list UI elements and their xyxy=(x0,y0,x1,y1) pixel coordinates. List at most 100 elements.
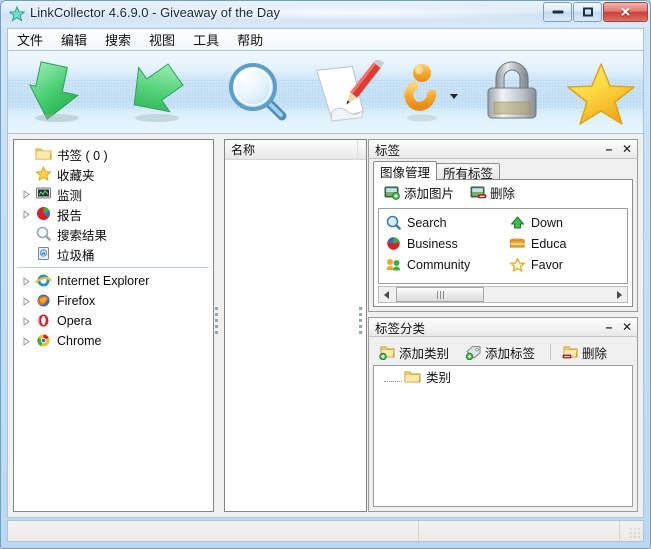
menu-search[interactable]: 搜索 xyxy=(96,28,140,51)
tag-item-search[interactable]: Search xyxy=(379,212,503,233)
expander-icon[interactable] xyxy=(20,315,33,328)
minimize-button[interactable] xyxy=(543,2,572,22)
tag-item-favorites[interactable]: Favor xyxy=(503,254,627,275)
expander-placeholder xyxy=(20,148,33,161)
tags-horizontal-scrollbar[interactable] xyxy=(378,286,628,303)
padlock-icon xyxy=(487,61,537,119)
add-image-button[interactable]: 添加图片 xyxy=(378,181,460,203)
book-icon xyxy=(509,236,527,252)
tags-tabstrip: 图像管理 所有标签 xyxy=(373,161,501,181)
tag-add-icon xyxy=(465,345,482,360)
scroll-left-button[interactable] xyxy=(379,287,394,302)
tree-item-trash[interactable]: 垃圾桶 xyxy=(14,244,213,264)
tree-item-report[interactable]: 报告 xyxy=(14,204,213,224)
chevron-down-icon[interactable] xyxy=(450,93,458,99)
scrollbar-track[interactable] xyxy=(394,287,612,302)
chrome-icon xyxy=(35,333,53,349)
expander-icon[interactable] xyxy=(20,335,33,348)
resize-grip[interactable] xyxy=(629,527,641,539)
grip-dot xyxy=(359,307,362,310)
tree-item-firefox[interactable]: Firefox xyxy=(14,291,213,311)
menu-tools[interactable]: 工具 xyxy=(184,28,228,51)
folder-icon xyxy=(35,146,53,162)
tag-category-title: 标签分类 xyxy=(375,321,426,336)
content-area: 书签 ( 0 ) 收藏夹 监测 报告 搜索结果 垃圾桶 Internet Exp… xyxy=(7,134,644,518)
tree-item-bookmarks[interactable]: 书签 ( 0 ) xyxy=(14,144,213,164)
tag-item-business[interactable]: Business xyxy=(379,233,503,254)
trash-icon xyxy=(35,246,53,262)
opera-icon xyxy=(35,313,53,329)
scrollbar-thumb[interactable] xyxy=(396,287,484,302)
tags-panel-close-icon[interactable]: ✕ xyxy=(619,142,635,157)
minimize-icon xyxy=(552,10,563,14)
scroll-right-button[interactable] xyxy=(612,287,627,302)
tree-item-chrome[interactable]: Chrome xyxy=(14,331,213,351)
bookmark-list-panel[interactable]: 名称 xyxy=(224,139,367,512)
tree-item-label: 搜索结果 xyxy=(57,228,108,243)
expander-icon[interactable] xyxy=(20,295,33,308)
folder-add-icon xyxy=(379,345,396,360)
tree-item-monitor[interactable]: 监测 xyxy=(14,184,213,204)
tags-panel-minimize-icon[interactable]: – xyxy=(601,142,617,157)
column-header-name[interactable]: 名称 xyxy=(225,140,358,159)
delete-category-button[interactable]: 删除 xyxy=(556,341,613,363)
tree-item-search-results[interactable]: 搜索结果 xyxy=(14,224,213,244)
add-tag-button[interactable]: 添加标签 xyxy=(459,341,541,363)
category-node-label: 类别 xyxy=(426,370,452,385)
menu-edit[interactable]: 编辑 xyxy=(52,28,96,51)
tags-command-bar: 添加图片 删除 xyxy=(374,180,632,204)
tag-item-education[interactable]: Educa xyxy=(503,233,627,254)
menu-file[interactable]: 文件 xyxy=(8,28,52,51)
navigation-tree-panel[interactable]: 书签 ( 0 ) 收藏夹 监测 报告 搜索结果 垃圾桶 Internet Exp… xyxy=(13,139,214,512)
tab-image-management[interactable]: 图像管理 xyxy=(373,161,438,180)
pie-chart-icon xyxy=(385,236,403,252)
monitor-icon xyxy=(35,186,53,202)
expander-icon[interactable] xyxy=(20,188,33,201)
category-tree[interactable]: 类别 xyxy=(373,365,633,507)
tag-item-community[interactable]: Community xyxy=(379,254,503,275)
tag-category-minimize-icon[interactable]: – xyxy=(601,320,617,335)
maximize-button[interactable] xyxy=(573,2,602,22)
tag-item-download[interactable]: Down xyxy=(503,212,627,233)
tree-item-internet-explorer[interactable]: Internet Explorer xyxy=(14,271,213,291)
toolbar-search[interactable] xyxy=(218,51,304,133)
toolbar-favorites[interactable] xyxy=(558,51,643,133)
delete-image-label: 删除 xyxy=(490,186,516,201)
delete-image-button[interactable]: 删除 xyxy=(464,181,521,203)
toolbar-import[interactable] xyxy=(18,51,118,133)
expander-icon[interactable] xyxy=(20,208,33,221)
tag-category-close-icon[interactable]: ✕ xyxy=(619,320,635,335)
navigation-tree: 书签 ( 0 ) 收藏夹 监测 报告 搜索结果 垃圾桶 Internet Exp… xyxy=(14,140,213,351)
grip-dot xyxy=(215,325,218,328)
tree-item-label: 报告 xyxy=(57,208,83,223)
tree-item-label: Internet Explorer xyxy=(57,274,150,288)
expander-icon[interactable] xyxy=(20,275,33,288)
toolbar-info[interactable] xyxy=(392,51,466,133)
edit-pencil-paper-icon xyxy=(315,60,385,122)
tree-item-opera[interactable]: Opera xyxy=(14,311,213,331)
menu-view[interactable]: 视图 xyxy=(140,28,184,51)
toolbar-edit[interactable] xyxy=(304,51,392,133)
tags-tab-content: 添加图片 删除 Search Business Community Down E… xyxy=(373,179,633,307)
tag-category-body: 添加类别 添加标签 删除 类别 xyxy=(368,336,638,512)
splitter-tree-list[interactable] xyxy=(215,304,220,344)
grip-dot xyxy=(359,319,362,322)
firefox-icon xyxy=(35,293,53,309)
toolbar-lock[interactable] xyxy=(466,51,558,133)
category-root-node[interactable]: 类别 xyxy=(374,366,632,386)
image-add-icon xyxy=(384,185,401,200)
tags-list[interactable]: Search Business Community Down Educa Fav… xyxy=(378,208,628,284)
tab-all-tags[interactable]: 所有标签 xyxy=(436,163,501,181)
tree-separator xyxy=(18,267,209,268)
grip-dot xyxy=(359,313,362,316)
expander-placeholder xyxy=(20,248,33,261)
main-toolbar xyxy=(7,50,644,134)
add-category-button[interactable]: 添加类别 xyxy=(373,341,455,363)
tree-item-favorites[interactable]: 收藏夹 xyxy=(14,164,213,184)
menu-bar: 文件 编辑 搜索 视图 工具 帮助 xyxy=(7,28,644,50)
toolbar-export[interactable] xyxy=(118,51,218,133)
close-button[interactable]: ✕ xyxy=(603,2,648,22)
menu-help[interactable]: 帮助 xyxy=(228,28,272,51)
splitter-list-dock[interactable] xyxy=(359,304,364,344)
tree-item-label: 收藏夹 xyxy=(57,168,95,183)
